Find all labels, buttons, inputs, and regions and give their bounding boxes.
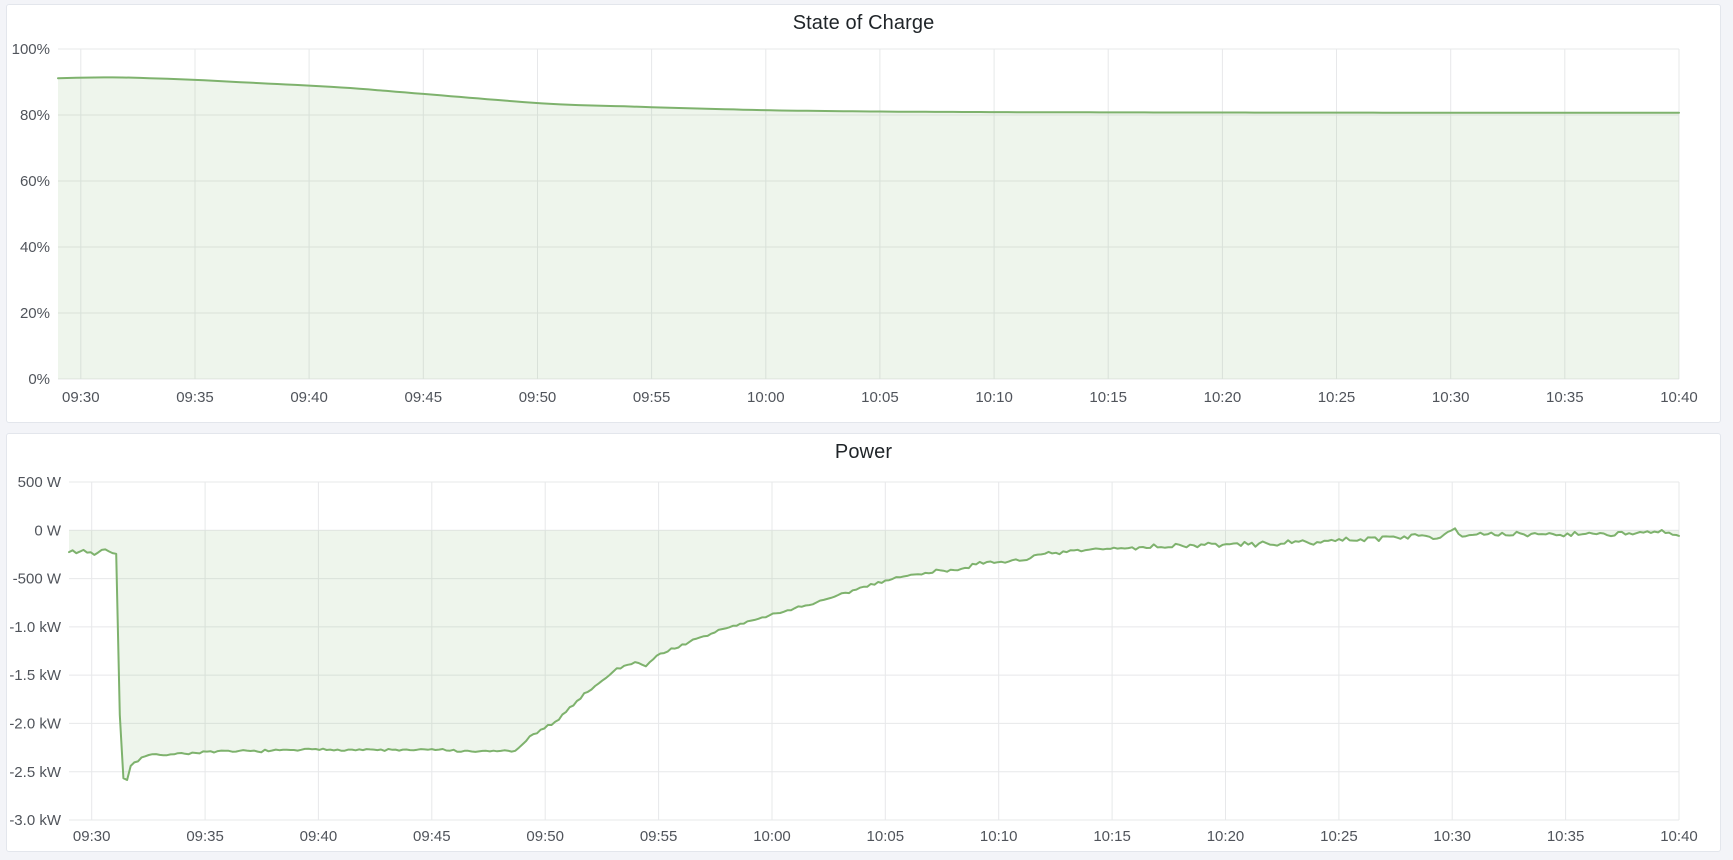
x-tick-label: 10:00 xyxy=(753,828,791,845)
x-tick-label: 10:05 xyxy=(861,389,899,406)
dashboard: { "page": { "background": "#f3f4f8", "pa… xyxy=(0,0,1733,860)
x-tick-label: 10:20 xyxy=(1207,828,1245,845)
x-tick-label: 10:35 xyxy=(1546,389,1584,406)
x-tick-label: 09:30 xyxy=(73,828,111,845)
x-tick-label: 10:35 xyxy=(1547,828,1585,845)
power-area-fill xyxy=(69,528,1679,780)
y-tick-label: 0% xyxy=(28,371,50,388)
y-tick-label: 20% xyxy=(20,305,50,322)
x-tick-label: 10:25 xyxy=(1320,828,1358,845)
x-tick-label: 09:50 xyxy=(526,828,564,845)
x-tick-label: 09:40 xyxy=(290,389,328,406)
x-tick-label: 10:15 xyxy=(1089,389,1127,406)
x-tick-label: 10:05 xyxy=(867,828,905,845)
y-tick-label: -3.0 kW xyxy=(9,812,62,829)
x-tick-label: 09:55 xyxy=(633,389,671,406)
x-tick-label: 10:25 xyxy=(1318,389,1356,406)
x-tick-label: 09:35 xyxy=(176,389,214,406)
y-tick-label: -2.0 kW xyxy=(9,716,62,733)
x-tick-label: 10:30 xyxy=(1433,828,1471,845)
y-tick-label: -2.5 kW xyxy=(9,764,62,781)
x-tick-label: 10:40 xyxy=(1660,389,1698,406)
x-tick-label: 10:10 xyxy=(980,828,1018,845)
x-tick-label: 09:50 xyxy=(519,389,557,406)
x-tick-label: 09:45 xyxy=(413,828,451,845)
x-tick-label: 10:40 xyxy=(1660,828,1698,845)
state-of-charge-area-fill xyxy=(58,77,1679,379)
y-tick-label: -1.0 kW xyxy=(9,619,62,636)
state-of-charge-chart[interactable]: 0% 20% 40% 60% 80% 100% 09:30 09:35 09:40 09:45 09… xyxy=(7,5,1720,422)
x-tick-label: 09:40 xyxy=(300,828,338,845)
y-tick-label: 80% xyxy=(20,107,50,124)
power-chart[interactable]: 500 W 0 W -500 W -1.0 kW -1.5 kW -2.0 kW -2.5 … xyxy=(7,434,1720,851)
x-tick-label: 10:00 xyxy=(747,389,785,406)
x-tick-label: 09:45 xyxy=(405,389,443,406)
y-tick-label: 60% xyxy=(20,173,50,190)
x-tick-label: 10:15 xyxy=(1093,828,1131,845)
panel-power: Power 500 W0 W-500 W-1.0 kW-1.5 kW-2.0 k… xyxy=(6,433,1721,852)
y-tick-label: -500 W xyxy=(13,571,62,588)
y-tick-label: -1.5 kW xyxy=(9,667,62,684)
y-tick-label: 500 W xyxy=(18,474,62,491)
y-tick-label: 0 W xyxy=(34,522,62,539)
panel-state-of-charge: State of Charge 0%20%40%60%80%100%09:300… xyxy=(6,4,1721,423)
x-tick-label: 09:30 xyxy=(62,389,100,406)
x-tick-label: 10:10 xyxy=(975,389,1013,406)
x-tick-label: 09:35 xyxy=(186,828,224,845)
x-tick-label: 10:30 xyxy=(1432,389,1470,406)
x-tick-label: 09:55 xyxy=(640,828,678,845)
y-tick-label: 100% xyxy=(12,41,50,58)
y-tick-label: 40% xyxy=(20,239,50,256)
x-tick-label: 10:20 xyxy=(1204,389,1242,406)
